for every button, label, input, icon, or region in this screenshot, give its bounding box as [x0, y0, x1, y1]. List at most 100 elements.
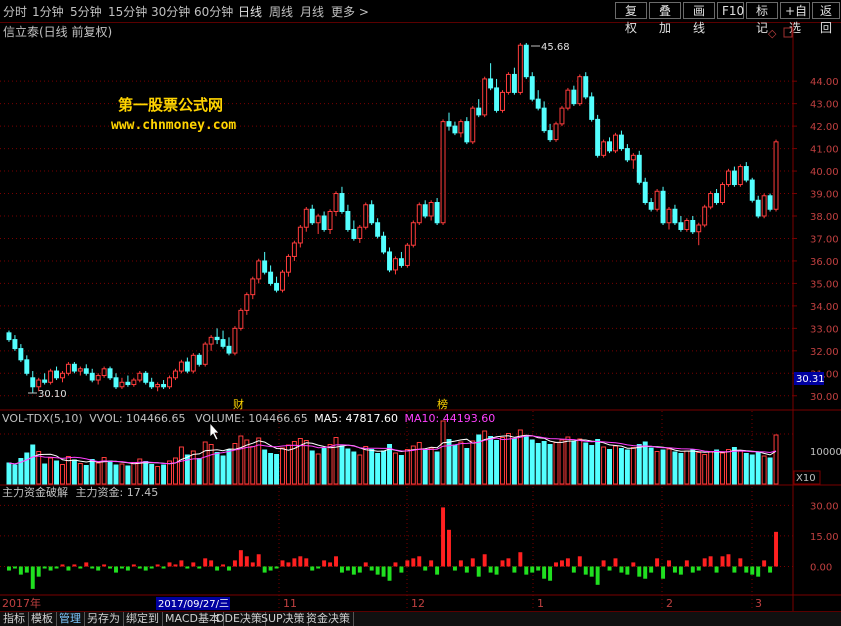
candle-body: [446, 121, 452, 127]
candle-body: [280, 271, 285, 291]
adjust-button[interactable]: 复权: [615, 2, 647, 35]
candle-body: [488, 78, 494, 89]
tab-sup-decision[interactable]: SUP决策: [258, 612, 309, 626]
candle-body: [648, 202, 654, 210]
fund-bar: [268, 566, 273, 571]
candle-body: [315, 215, 321, 224]
fund-bar: [185, 566, 190, 569]
candle-body: [541, 107, 547, 132]
tab-fund-decision[interactable]: 资金决策: [303, 612, 354, 626]
volume-bar: [767, 457, 773, 485]
candle-body: [613, 134, 618, 152]
candle-body: [119, 381, 125, 388]
price-tick-label: 34.00: [810, 302, 839, 313]
candle-body: [268, 271, 274, 284]
price-tick-label: 43.00: [810, 100, 839, 111]
tab-manage[interactable]: 管理: [56, 612, 85, 626]
fund-bar: [244, 556, 249, 567]
fund-bar: [12, 566, 17, 569]
period-tab-5min[interactable]: 5分钟: [70, 3, 102, 20]
volume-bar: [143, 461, 149, 485]
fund-indicator-header: 主力资金破解 主力资金: 17.45: [2, 485, 158, 499]
candle-body: [387, 251, 392, 271]
period-tab-intraday[interactable]: 分时: [3, 3, 27, 20]
fund-bar: [399, 566, 404, 573]
volume-bar: [636, 444, 642, 485]
volume-bar: [541, 441, 547, 485]
candle-body: [476, 107, 482, 116]
volume-unit: X10: [796, 473, 816, 484]
ranking-marker[interactable]: 榜: [437, 397, 448, 411]
period-tab-monthly[interactable]: 月线: [300, 3, 324, 20]
volume-bar: [618, 448, 624, 485]
volume-bar: [48, 457, 54, 485]
watermark-site-name: 第一股票公式网: [118, 96, 224, 114]
volume-bar: [262, 449, 268, 485]
add-favorite-button[interactable]: +自选: [780, 2, 810, 35]
volume-bar: [743, 453, 749, 485]
candle-body: [137, 372, 143, 381]
mark-button[interactable]: 标记: [746, 2, 778, 35]
period-tab-30min[interactable]: 30分钟: [151, 3, 190, 20]
candle-body: [71, 363, 77, 372]
volume-bar: [684, 450, 690, 485]
fund-bar: [125, 566, 130, 571]
volume-bar: [345, 448, 351, 485]
volume-bar: [595, 439, 601, 485]
tab-indicator[interactable]: 指标: [0, 612, 29, 626]
panel-toggle-icon[interactable]: [783, 27, 793, 38]
fund-bar: [119, 566, 124, 569]
candle-body: [262, 260, 268, 273]
volume-bar: [238, 435, 244, 485]
fund-bar: [250, 562, 255, 567]
period-tab-weekly[interactable]: 周线: [269, 3, 293, 20]
volume-bar: [494, 440, 500, 485]
volume-bar: [666, 448, 672, 485]
price-tick-label: 35.00: [810, 279, 839, 290]
fund-bar: [72, 564, 77, 567]
overlay-button[interactable]: 叠加: [649, 2, 681, 35]
volume-bar: [571, 440, 577, 485]
tab-bind-to[interactable]: 绑定到: [123, 612, 163, 626]
candle-body: [220, 339, 226, 347]
period-tab-15min[interactable]: 15分钟: [108, 3, 147, 20]
fund-bar: [298, 556, 303, 567]
candle-body: [339, 193, 345, 213]
candle-body: [601, 141, 607, 156]
tab-save-as[interactable]: 另存为: [84, 612, 124, 626]
fund-bar: [316, 566, 321, 569]
volume-bar: [220, 455, 226, 485]
candle-body: [452, 125, 458, 134]
fund-bar: [750, 566, 755, 575]
tab-template[interactable]: 模板: [28, 612, 57, 626]
back-button[interactable]: 返回: [812, 2, 840, 35]
f10-button[interactable]: F10: [717, 2, 744, 19]
volume-bar: [464, 448, 470, 485]
candle-body: [731, 170, 737, 186]
fund-bar: [714, 566, 719, 573]
diamond-icon[interactable]: ◇: [768, 27, 777, 40]
candle-body: [684, 219, 690, 230]
period-tab-more[interactable]: 更多 >: [331, 3, 369, 20]
volume-bar: [773, 434, 779, 485]
date-label-year: 2017年: [2, 596, 41, 610]
fund-bar: [672, 566, 677, 573]
volume-bar: [381, 450, 387, 485]
volume-bar: [630, 447, 636, 485]
period-tab-60min[interactable]: 60分钟: [194, 3, 233, 20]
candle-body: [440, 121, 446, 224]
draw-line-button[interactable]: 画线: [683, 2, 715, 35]
finance-marker[interactable]: 财: [233, 397, 244, 411]
fund-bar: [328, 562, 333, 567]
mouse-cursor-icon: [209, 421, 220, 441]
fund-bar: [411, 558, 416, 567]
period-tab-1min[interactable]: 1分钟: [32, 3, 64, 20]
price-tick-label: 32.00: [810, 347, 839, 358]
volume-bar: [553, 442, 559, 485]
fund-bar: [667, 560, 671, 567]
volume-bar: [422, 449, 428, 485]
fund-bar: [369, 566, 374, 571]
period-tab-daily[interactable]: 日线: [238, 3, 262, 20]
candle-body: [654, 190, 660, 210]
fund-bar: [613, 558, 618, 567]
